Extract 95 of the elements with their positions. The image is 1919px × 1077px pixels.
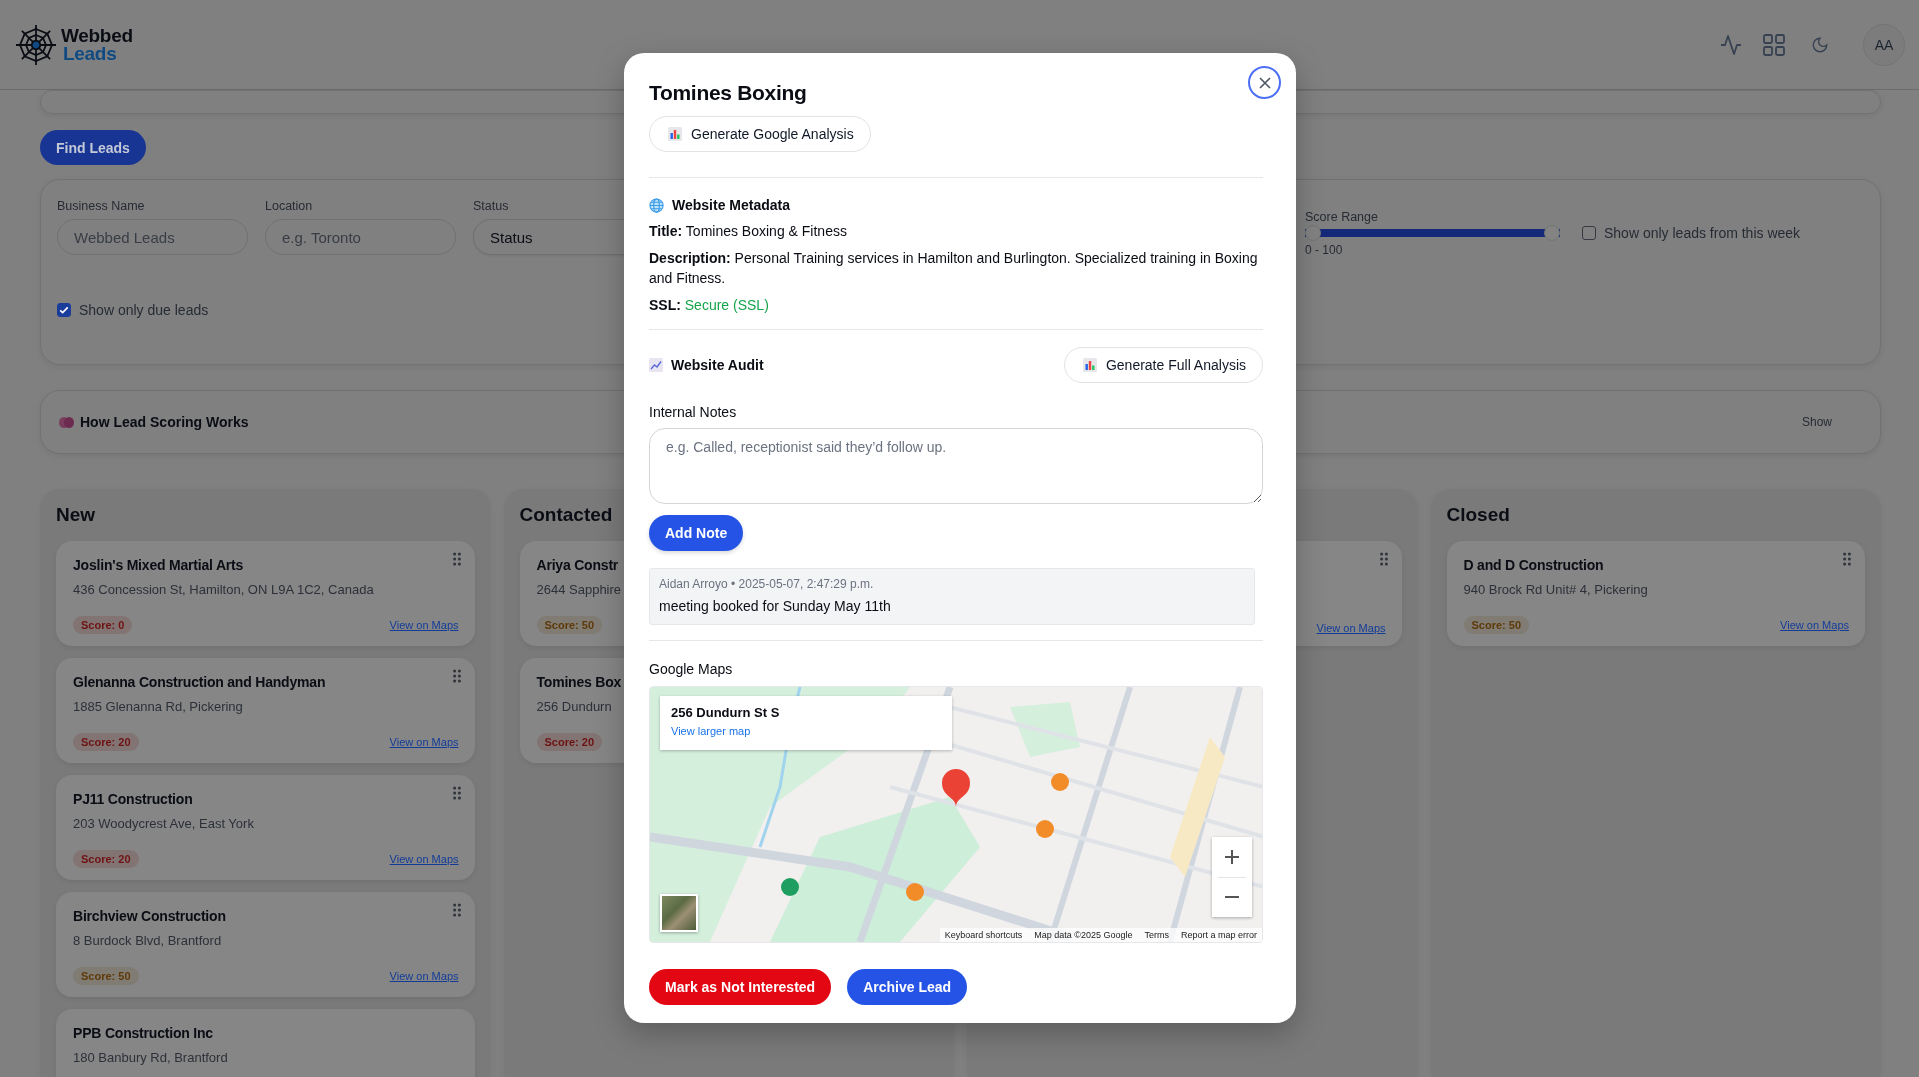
drag-handle-icon[interactable] bbox=[1379, 552, 1388, 566]
globe-icon bbox=[649, 197, 664, 213]
lead-card[interactable]: Glenanna Construction and Handyman 1885 Glenanna Rd, Pickering Score: 20 View on Maps bbox=[56, 658, 475, 763]
moon-icon[interactable] bbox=[1811, 35, 1829, 54]
lead-name: Ariya Constr bbox=[536, 556, 619, 574]
field-label: Location bbox=[265, 199, 313, 213]
brain-icon bbox=[59, 415, 74, 429]
drag-handle-icon[interactable] bbox=[452, 786, 461, 800]
user-avatar[interactable]: AA bbox=[1863, 23, 1905, 66]
map-type-button[interactable] bbox=[660, 894, 698, 932]
column-title: New bbox=[56, 503, 96, 527]
minus-icon bbox=[1224, 895, 1240, 900]
score-badge: Score: 50 bbox=[1463, 616, 1530, 634]
find-leads-button[interactable]: Find Leads bbox=[40, 130, 146, 165]
lead-address: 8 Burdock Blvd, Brantford bbox=[73, 933, 222, 949]
section-heading: Website Metadata bbox=[672, 197, 790, 213]
score-badge: Score: 20 bbox=[536, 733, 603, 751]
lead-address: 2644 Sapphire bbox=[536, 582, 622, 598]
drag-handle-icon[interactable] bbox=[1843, 552, 1851, 566]
generate-full-analysis-button[interactable]: Generate Full Analysis bbox=[1063, 347, 1263, 383]
drag-handle-icon[interactable] bbox=[452, 903, 461, 917]
score-badge: Score: 50 bbox=[73, 967, 139, 985]
checkbox-label: Show only due leads bbox=[79, 302, 209, 318]
score-badge: Score: 20 bbox=[73, 850, 139, 868]
plus-icon bbox=[1224, 848, 1240, 865]
lead-card[interactable]: PPB Construction Inc 180 Banbury Rd, Brantford bbox=[56, 1009, 475, 1077]
logo-text: Webbed Leads bbox=[61, 26, 133, 63]
map-label: Google Maps bbox=[649, 660, 734, 678]
checkbox-label: Show only leads from this week bbox=[1604, 225, 1801, 241]
grid-icon[interactable] bbox=[1763, 33, 1785, 56]
panel-title: How Lead Scoring Works bbox=[80, 414, 249, 430]
score-badge: Score: 0 bbox=[73, 616, 133, 634]
field-label: Status bbox=[473, 199, 509, 213]
view-on-maps-link[interactable]: View on Maps bbox=[389, 970, 459, 982]
checkbox[interactable] bbox=[57, 303, 71, 317]
line-chart-icon bbox=[649, 358, 663, 372]
notes-label: Internal Notes bbox=[649, 403, 738, 421]
generate-google-analysis-button[interactable]: Generate Google Analysis bbox=[649, 116, 871, 152]
drag-handle-icon[interactable] bbox=[452, 669, 461, 683]
bar-chart-icon bbox=[668, 127, 682, 141]
action-button[interactable]: Archive Lead bbox=[847, 969, 968, 1005]
view-on-maps-link[interactable]: View on Maps bbox=[1780, 619, 1849, 631]
view-larger-map-link[interactable]: View larger map bbox=[671, 725, 751, 737]
zoom-in-button[interactable] bbox=[1212, 837, 1252, 877]
note-text: meeting booked for Sunday May 11th bbox=[659, 597, 892, 615]
field-label: Score Range bbox=[1305, 210, 1378, 224]
activity-icon[interactable] bbox=[1719, 32, 1743, 57]
score-range-value: 0 - 100 bbox=[1305, 243, 1344, 257]
map-footer-link[interactable]: Report a map error bbox=[1180, 929, 1257, 941]
close-button[interactable] bbox=[1248, 66, 1281, 99]
lead-address: 180 Banbury Rd, Brantford bbox=[73, 1050, 228, 1066]
view-on-maps-link[interactable]: View on Maps bbox=[1316, 622, 1386, 634]
score-badge: Score: 20 bbox=[73, 733, 139, 751]
lead-address: 256 Dundurn bbox=[536, 699, 612, 715]
notes-field[interactable]: e.g. Called, receptionist said they’d follow up. bbox=[649, 428, 1263, 504]
view-on-maps-link[interactable]: View on Maps bbox=[389, 619, 459, 631]
lead-name: Tomines Box bbox=[536, 673, 622, 691]
close-icon bbox=[1258, 76, 1271, 89]
lead-card[interactable]: Birchview Construction 8 Burdock Blvd, Brantford Score: 50 View on Maps bbox=[56, 892, 475, 997]
lead-name: Joslin's Mixed Martial Arts bbox=[73, 556, 244, 574]
metadata-line: SSL: Secure (SSL) bbox=[649, 296, 770, 315]
lead-name: PPB Construction Inc bbox=[73, 1024, 213, 1042]
lead-address: 1885 Glenanna Rd, Pickering bbox=[73, 699, 243, 715]
spider-web-icon bbox=[14, 22, 58, 67]
place-title: 256 Dundurn St S bbox=[671, 705, 781, 721]
lead-address: 940 Brock Rd Unit# 4, Pickering bbox=[1463, 582, 1648, 598]
lead-card[interactable]: Joslin's Mixed Martial Arts 436 Concession St, Hamilton, ON L9A 1C2, Canada Score: 0 View on Maps bbox=[56, 541, 475, 646]
dialog-title: Tomines Boxing bbox=[649, 80, 808, 106]
lead-name: D and D Construction bbox=[1463, 556, 1604, 574]
view-on-maps-link[interactable]: View on Maps bbox=[389, 736, 459, 748]
show-toggle[interactable]: Show bbox=[1801, 415, 1832, 429]
lead-address: 203 Woodycrest Ave, East York bbox=[73, 816, 254, 832]
lead-name: Glenanna Construction and Handyman bbox=[73, 673, 326, 691]
drag-handle-icon[interactable] bbox=[452, 552, 461, 566]
lead-address: 436 Concession St, Hamilton, ON L9A 1C2, Canada bbox=[73, 582, 374, 598]
map-footer-link[interactable]: Keyboard shortcuts bbox=[944, 929, 1023, 941]
lead-name: Birchview Construction bbox=[73, 907, 226, 925]
note-meta: Aidan Arroyo • 2025-05-07, 2:47:29 p.m. bbox=[659, 576, 875, 592]
text-field[interactable]: e.g. Toronto bbox=[265, 219, 456, 255]
lead-name: PJ11 Construction bbox=[73, 790, 193, 808]
field-label: Business Name bbox=[57, 199, 145, 213]
lead-card[interactable]: D and D Construction 940 Brock Rd Unit# 4, Pickering Score: 50 View on Maps bbox=[1446, 541, 1865, 646]
column-title: Contacted bbox=[519, 503, 613, 527]
action-button[interactable]: Mark as Not Interested bbox=[649, 969, 832, 1005]
map-footer-link[interactable]: Map data ©2025 Google bbox=[1034, 929, 1133, 941]
lead-card[interactable]: PJ11 Construction 203 Woodycrest Ave, East York Score: 20 View on Maps bbox=[56, 775, 475, 880]
add-note-button[interactable]: Add Note bbox=[649, 515, 744, 551]
map-footer-link[interactable]: Terms bbox=[1144, 929, 1169, 941]
section-heading: Website Audit bbox=[671, 357, 764, 373]
checkbox[interactable] bbox=[1582, 226, 1596, 240]
text-field[interactable]: Webbed Leads bbox=[57, 219, 248, 255]
view-on-maps-link[interactable]: View on Maps bbox=[389, 853, 459, 865]
score-badge: Score: 50 bbox=[536, 616, 603, 634]
bar-chart-icon bbox=[1082, 358, 1097, 372]
column-title: Closed bbox=[1446, 503, 1510, 527]
